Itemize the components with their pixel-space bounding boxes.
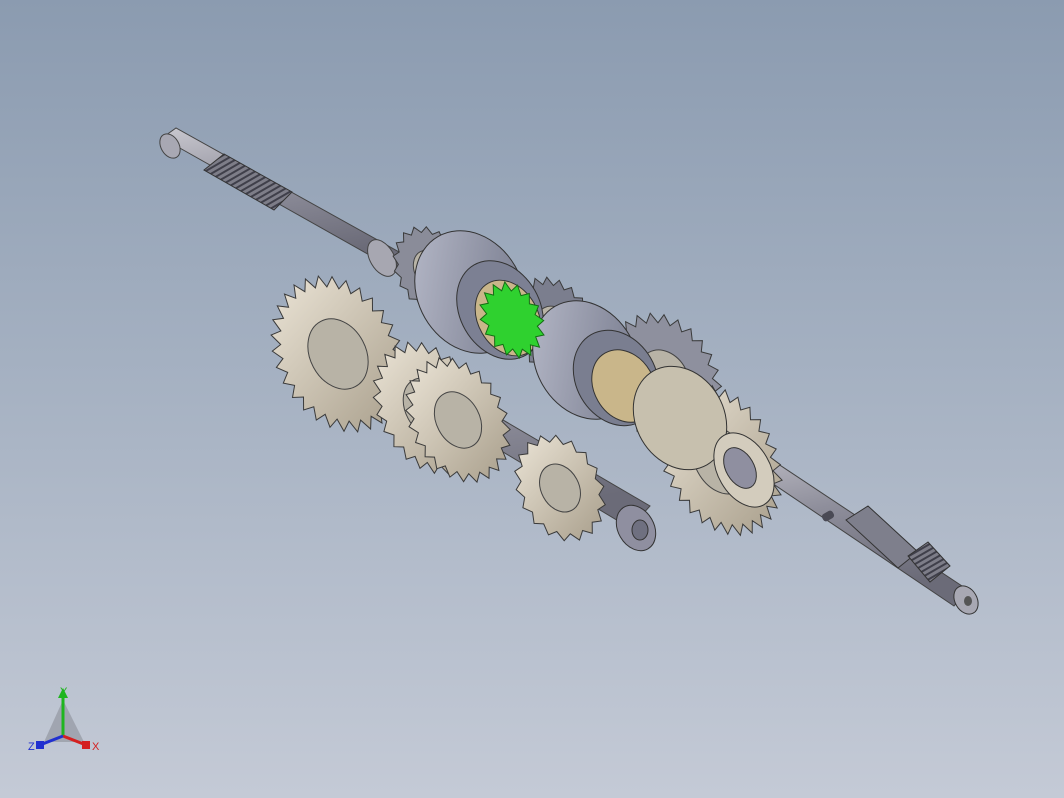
z-axis-label: Z <box>28 741 35 753</box>
view-triad[interactable]: Y X Z <box>26 684 106 756</box>
gearbox-model[interactable] <box>0 0 1064 798</box>
x-axis-label: X <box>92 741 100 753</box>
y-axis-label: Y <box>60 686 68 698</box>
graphics-viewport[interactable]: Y X Z <box>0 0 1064 798</box>
